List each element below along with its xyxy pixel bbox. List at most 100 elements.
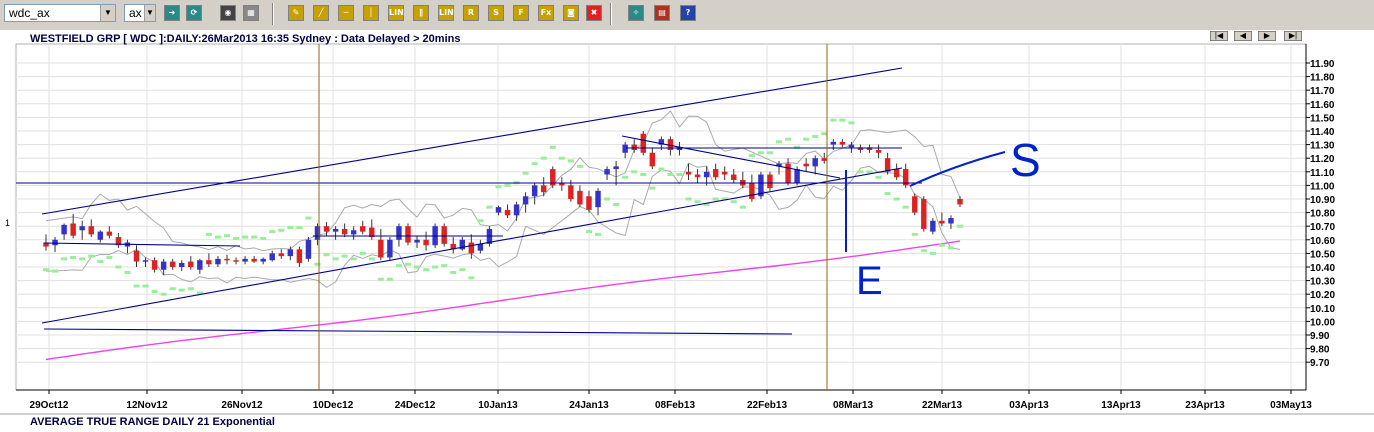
candle-body bbox=[893, 169, 900, 178]
binoculars-icon[interactable]: ◉ bbox=[220, 5, 236, 21]
psar-dot bbox=[70, 255, 77, 259]
candle-body bbox=[912, 196, 918, 213]
candle-body bbox=[541, 185, 547, 193]
camera-icon[interactable]: ◙ bbox=[563, 5, 579, 21]
refresh-icon[interactable]: ⟳ bbox=[186, 5, 202, 21]
candle-body bbox=[586, 196, 592, 210]
y-tick-label: 11.60 bbox=[1310, 100, 1335, 111]
print-icon[interactable]: ▦ bbox=[243, 5, 259, 21]
f-tool-icon[interactable]: F bbox=[513, 5, 529, 21]
psar-dot bbox=[911, 232, 918, 236]
candle-body bbox=[396, 226, 402, 240]
go-icon[interactable]: ➜ bbox=[164, 5, 180, 21]
psar-dot bbox=[305, 216, 312, 220]
lin-channel-tool-icon[interactable]: LIN bbox=[438, 5, 454, 21]
vline-tool-icon[interactable]: │ bbox=[363, 5, 379, 21]
symbol-combo[interactable]: wdc_ax ▼ bbox=[4, 4, 116, 22]
lin-tool-icon[interactable]: LIN bbox=[388, 5, 404, 21]
pencil-icon[interactable]: ✎ bbox=[288, 5, 304, 21]
candle-body bbox=[767, 174, 773, 189]
chevron-down-icon[interactable]: ▼ bbox=[144, 5, 155, 21]
candle-body bbox=[631, 144, 637, 151]
candle-body bbox=[360, 226, 366, 232]
psar-dot bbox=[595, 232, 602, 236]
parallel-tool-icon[interactable]: ∥ bbox=[413, 5, 429, 21]
y-tick-label: 10.60 bbox=[1310, 236, 1335, 247]
fx-tool-icon[interactable]: Fx bbox=[538, 5, 554, 21]
psar-dot bbox=[486, 205, 493, 209]
prev-button[interactable]: ◀ bbox=[1234, 31, 1252, 41]
candle-body bbox=[278, 253, 285, 257]
psar-dot bbox=[441, 264, 448, 268]
y-tick-label: 9.80 bbox=[1310, 345, 1330, 356]
psar-dot bbox=[332, 257, 339, 261]
psar-dot bbox=[52, 269, 59, 273]
candle-body bbox=[378, 239, 384, 258]
y-tick-label: 10.40 bbox=[1310, 263, 1335, 274]
symbol-value: wdc_ax bbox=[9, 6, 50, 20]
psar-dot bbox=[133, 284, 140, 288]
first-page-button[interactable]: |◀ bbox=[1210, 31, 1228, 41]
candle-body bbox=[405, 226, 411, 243]
psar-dot bbox=[785, 137, 792, 141]
y-tick-label: 10.10 bbox=[1310, 304, 1335, 315]
psar-dot bbox=[106, 255, 113, 259]
y-tick-label: 11.00 bbox=[1310, 181, 1335, 192]
chevron-down-icon[interactable]: ▼ bbox=[100, 5, 115, 21]
candle-body bbox=[160, 261, 167, 270]
candle-body bbox=[52, 239, 58, 246]
psar-dot bbox=[558, 156, 565, 160]
candle-body bbox=[387, 239, 393, 258]
help-icon[interactable]: ? bbox=[680, 5, 696, 21]
psar-dot bbox=[549, 145, 556, 149]
r-tool-icon[interactable]: R bbox=[463, 5, 479, 21]
psar-dot bbox=[567, 159, 574, 163]
psar-dot bbox=[214, 235, 221, 239]
s-tool-icon[interactable]: S bbox=[488, 5, 504, 21]
last-page-button[interactable]: ▶| bbox=[1284, 31, 1302, 41]
candle-body bbox=[613, 166, 619, 170]
candle-body bbox=[142, 260, 149, 262]
candle-body bbox=[504, 209, 511, 216]
candle-body bbox=[522, 196, 529, 205]
psar-dot bbox=[658, 167, 665, 171]
candle-body bbox=[568, 185, 574, 199]
psar-dot bbox=[920, 249, 927, 253]
psar-dot bbox=[296, 226, 303, 230]
psar-dot bbox=[685, 197, 692, 201]
psar-dot bbox=[739, 205, 746, 209]
psar-dot bbox=[178, 288, 185, 292]
psar-dot bbox=[432, 265, 439, 269]
candle-body bbox=[812, 158, 818, 167]
psar-dot bbox=[649, 186, 656, 190]
candle-body bbox=[233, 260, 239, 262]
next-button[interactable]: ▶ bbox=[1258, 31, 1276, 41]
psar-dot bbox=[359, 251, 366, 255]
psar-dot bbox=[748, 153, 755, 157]
psar-dot bbox=[776, 140, 783, 144]
candle-body bbox=[930, 220, 936, 232]
y-tick-label: 11.40 bbox=[1310, 127, 1335, 138]
settings-icon[interactable]: ✧ bbox=[628, 5, 644, 21]
book-icon[interactable]: ▤ bbox=[654, 5, 670, 21]
candle-body bbox=[323, 226, 330, 232]
psar-dot bbox=[640, 173, 647, 177]
y-tick-label: 10.50 bbox=[1310, 249, 1335, 260]
y-tick-label: 10.00 bbox=[1310, 317, 1335, 328]
candle-body bbox=[215, 258, 221, 265]
delete-icon[interactable]: ✖ bbox=[586, 5, 602, 21]
candle-body bbox=[785, 163, 791, 183]
psar-dot bbox=[540, 156, 547, 160]
line-tool-icon[interactable]: ╱ bbox=[313, 5, 329, 21]
hline-tool-icon[interactable]: ─ bbox=[338, 5, 354, 21]
psar-dot bbox=[884, 192, 891, 196]
y-tick-label: 11.20 bbox=[1310, 154, 1335, 165]
psar-dot bbox=[43, 268, 49, 272]
y-tick-label: 10.80 bbox=[1310, 209, 1335, 220]
psar-dot bbox=[459, 268, 466, 272]
exchange-combo[interactable]: ax ▼ bbox=[124, 4, 156, 22]
candle-body bbox=[948, 218, 954, 224]
psar-dot bbox=[857, 170, 864, 174]
candle-body bbox=[287, 249, 294, 257]
psar-dot bbox=[61, 257, 68, 261]
